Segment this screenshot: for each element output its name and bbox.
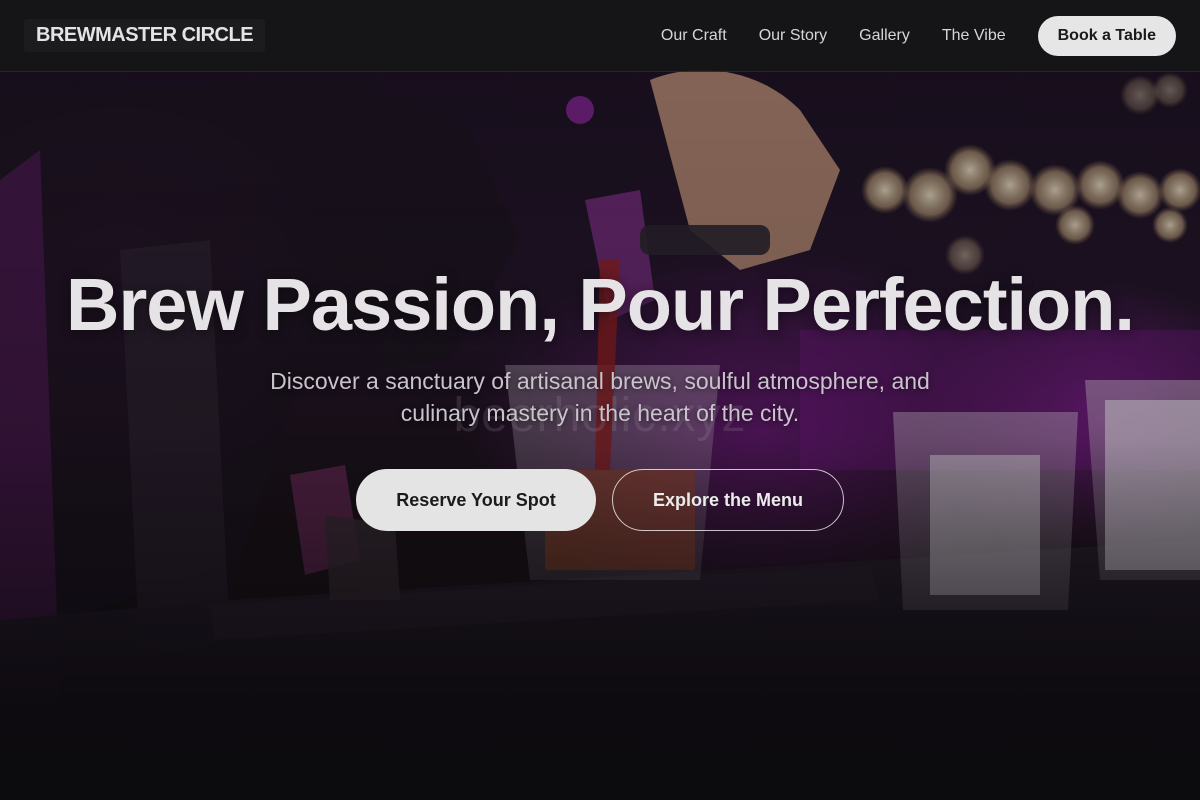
nav-link-our-story[interactable]: Our Story [759, 27, 827, 45]
reserve-spot-button[interactable]: Reserve Your Spot [356, 469, 596, 531]
book-table-button[interactable]: Book a Table [1037, 15, 1176, 56]
explore-menu-button[interactable]: Explore the Menu [612, 469, 844, 531]
nav-links: Our Craft Our Story Gallery The Vibe Boo… [629, 15, 1176, 56]
top-navbar: BREWMASTER CIRCLE Our Craft Our Story Ga… [0, 0, 1200, 72]
nav-link-gallery[interactable]: Gallery [859, 27, 910, 45]
nav-link-our-craft[interactable]: Our Craft [661, 27, 727, 45]
hero-subtext: Discover a sanctuary of artisanal brews,… [270, 368, 930, 426]
nav-link-the-vibe[interactable]: The Vibe [942, 27, 1006, 45]
brand-logo[interactable]: BREWMASTER CIRCLE [24, 19, 266, 52]
hero-headline: Brew Passion, Pour Perfection. [66, 263, 1135, 346]
